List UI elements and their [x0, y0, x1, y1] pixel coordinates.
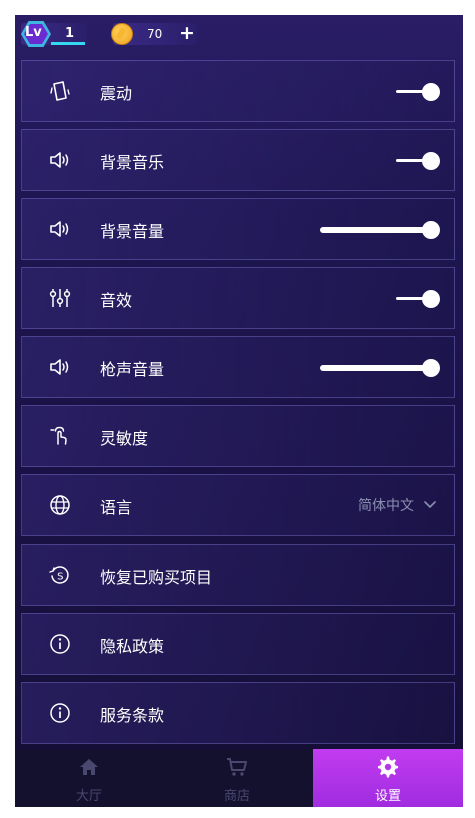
slider-handle[interactable] — [422, 359, 440, 377]
coin-count: 70 — [147, 27, 163, 41]
info-icon — [50, 634, 70, 654]
gear-icon — [378, 756, 398, 778]
nav-label: 商店 — [223, 789, 250, 804]
nav-lobby[interactable]: 大厅 — [15, 749, 163, 807]
svg-text:S: S — [57, 572, 63, 583]
setting-row-terms-of-service[interactable]: 服务条款 — [21, 682, 455, 744]
level-number: 1 — [65, 26, 75, 41]
bottom-nav: 大厅 商店 设置 — [15, 749, 463, 807]
globe-icon — [50, 495, 70, 515]
setting-row-bg-volume: 背景音量 — [21, 198, 455, 260]
setting-label: 语言 — [100, 498, 133, 517]
nav-label: 设置 — [374, 789, 401, 804]
touch-icon — [50, 426, 67, 445]
gunshot-volume-slider[interactable] — [320, 359, 440, 377]
setting-row-restore-purchases[interactable]: S 恢复已购买项目 — [21, 544, 455, 606]
setting-row-privacy-policy[interactable]: 隐私政策 — [21, 613, 455, 675]
setting-label: 背景音量 — [100, 222, 165, 241]
vibration-toggle[interactable] — [396, 83, 440, 101]
chevron-down-icon[interactable] — [422, 496, 438, 512]
speaker-icon — [50, 221, 69, 237]
setting-label: 音效 — [100, 291, 133, 310]
vibration-icon — [50, 81, 70, 101]
bg-volume-slider[interactable] — [320, 221, 440, 239]
cart-icon — [227, 758, 247, 776]
setting-row-sound-effects[interactable]: 音效 — [21, 267, 455, 329]
add-coins-button[interactable]: + — [179, 22, 195, 44]
coin-balance: 70 + — [111, 22, 197, 45]
nav-shop[interactable]: 商店 — [163, 749, 311, 807]
setting-label: 灵敏度 — [100, 429, 149, 448]
coin-icon — [111, 23, 133, 45]
home-icon — [80, 759, 98, 775]
level-hex-icon: Lv — [21, 21, 51, 47]
setting-row-bg-music[interactable]: 背景音乐 — [21, 129, 455, 191]
level-prefix: Lv — [25, 25, 42, 40]
settings-screen: Lv 1 70 + 震动 背景音乐 背景音量 音效 枪声音量 灵敏度 语言 简体… — [15, 15, 463, 807]
speaker-icon — [50, 359, 69, 375]
setting-row-vibration[interactable]: 震动 — [21, 60, 455, 122]
setting-row-gunshot-volume: 枪声音量 — [21, 336, 455, 398]
setting-row-language[interactable]: 语言 简体中文 — [21, 474, 455, 536]
equalizer-icon — [49, 289, 71, 307]
nav-settings[interactable]: 设置 — [313, 749, 463, 807]
level-badge[interactable]: Lv 1 — [21, 21, 87, 47]
top-bar: Lv 1 70 + — [15, 15, 463, 57]
speaker-icon — [50, 152, 69, 168]
language-value[interactable]: 简体中文 — [358, 495, 414, 515]
restore-icon: S — [49, 566, 69, 584]
setting-label: 震动 — [100, 84, 133, 103]
setting-label: 背景音乐 — [100, 153, 165, 172]
nav-label: 大厅 — [75, 789, 102, 804]
slider-handle[interactable] — [422, 221, 440, 239]
setting-label: 隐私政策 — [100, 637, 165, 656]
setting-label: 枪声音量 — [100, 360, 165, 379]
setting-label: 恢复已购买项目 — [100, 568, 213, 587]
bg-music-toggle[interactable] — [396, 152, 440, 170]
setting-row-sensitivity[interactable]: 灵敏度 — [21, 405, 455, 467]
level-progress-bar — [51, 42, 85, 45]
setting-label: 服务条款 — [100, 706, 165, 725]
sound-effects-toggle[interactable] — [396, 290, 440, 308]
info-icon — [50, 703, 70, 723]
